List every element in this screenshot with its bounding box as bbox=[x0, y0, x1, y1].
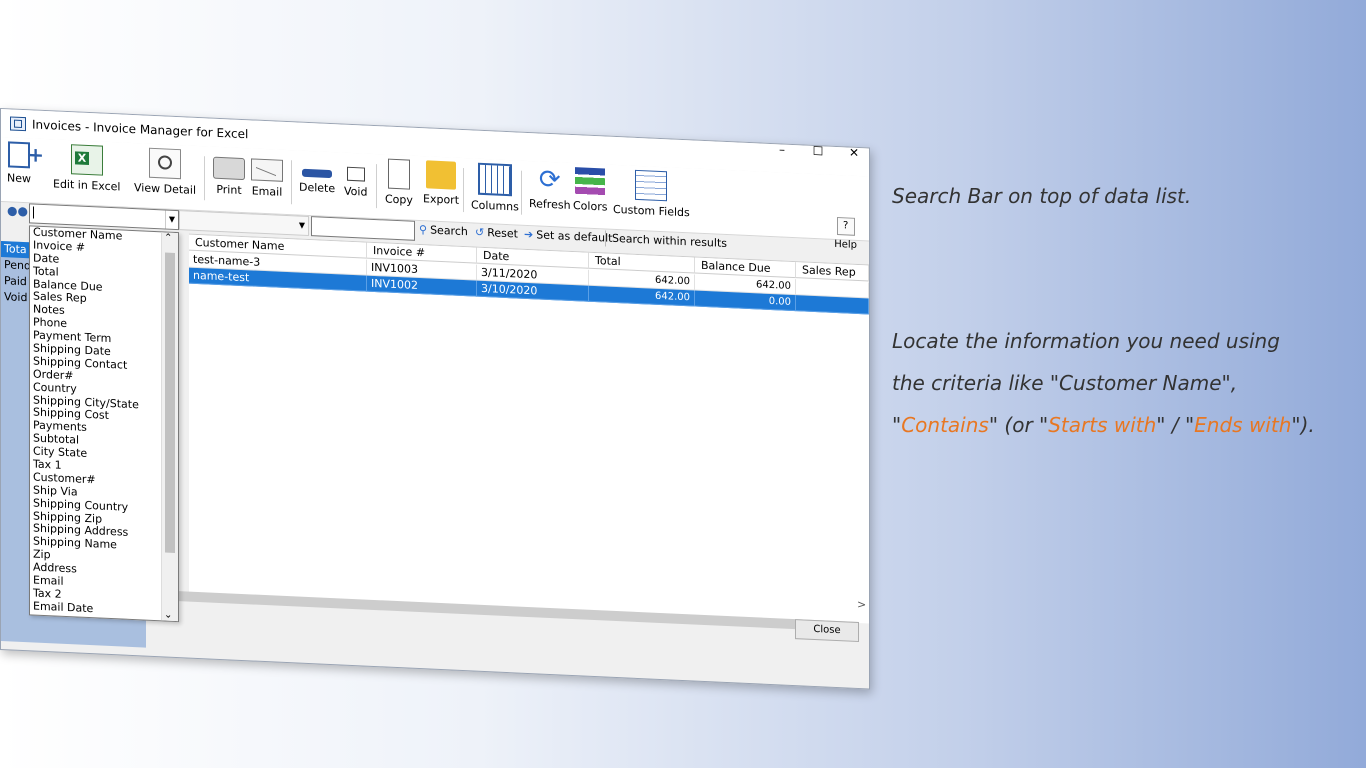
annotation-line: "Contains" (or "Starts with" / "Ends wit… bbox=[892, 404, 1315, 446]
toolbar-separator bbox=[463, 168, 464, 213]
annotation-highlight-starts-with: Starts with bbox=[1048, 413, 1157, 437]
columns-button[interactable]: Columns bbox=[471, 162, 519, 214]
cell-sales-rep bbox=[796, 295, 869, 315]
minimize-button[interactable]: – bbox=[775, 142, 789, 157]
text-caret bbox=[33, 206, 34, 219]
search-icon: ⚲ bbox=[419, 223, 428, 237]
void-icon bbox=[346, 166, 365, 182]
annotation-text: " bbox=[892, 413, 902, 437]
copy-icon bbox=[387, 158, 410, 190]
custom-fields-button[interactable]: Custom Fields bbox=[613, 169, 690, 219]
arrow-right-icon: ➔ bbox=[524, 227, 534, 242]
refresh-label: Refresh bbox=[529, 197, 571, 212]
reset-button[interactable]: ↺ Reset bbox=[475, 226, 518, 241]
chevron-down-icon[interactable]: ⌄ bbox=[164, 609, 172, 620]
chevron-up-icon[interactable]: ⌃ bbox=[164, 232, 172, 243]
reset-icon: ↺ bbox=[475, 225, 485, 239]
dropdown-scrollbar[interactable]: ⌃ ⌄ bbox=[161, 232, 178, 622]
chevron-down-icon[interactable]: ▼ bbox=[165, 210, 178, 230]
new-button[interactable]: New bbox=[7, 141, 31, 185]
delete-label: Delete bbox=[299, 180, 336, 196]
close-window-button[interactable]: ✕ bbox=[847, 145, 861, 160]
maximize-button[interactable]: ☐ bbox=[811, 144, 825, 159]
magnifier-document-icon bbox=[149, 147, 181, 180]
search-button[interactable]: ⚲ Search bbox=[419, 223, 468, 238]
refresh-icon: ⟳ bbox=[538, 164, 561, 196]
new-document-icon bbox=[8, 141, 30, 169]
field-dropdown-list: Customer Name Invoice # Date Total Balance D… bbox=[29, 225, 179, 623]
reset-label: Reset bbox=[487, 226, 518, 241]
annotation-line: the criteria like "Customer Name", bbox=[892, 371, 1238, 395]
set-as-default-button[interactable]: ➔ Set as default bbox=[524, 228, 612, 245]
export-label: Export bbox=[423, 192, 460, 207]
annotation-highlight-ends-with: Ends with bbox=[1194, 413, 1292, 437]
annotation-line: Locate the information you need using bbox=[892, 329, 1280, 353]
columns-label: Columns bbox=[471, 198, 519, 214]
search-label: Search bbox=[430, 223, 468, 239]
annotation-highlight-contains: Contains bbox=[901, 413, 989, 437]
column-header-sales-rep[interactable]: Sales Rep bbox=[796, 262, 869, 282]
folder-export-icon bbox=[426, 160, 456, 190]
edit-in-excel-label: Edit in Excel bbox=[53, 177, 121, 194]
new-label: New bbox=[7, 171, 31, 186]
set-as-default-label: Set as default bbox=[536, 228, 613, 245]
chevron-down-icon[interactable]: ▼ bbox=[296, 216, 308, 235]
copy-button[interactable]: Copy bbox=[385, 158, 413, 207]
annotation-body: Locate the information you need using th… bbox=[892, 320, 1315, 446]
search-within-results-button[interactable]: Search within results bbox=[612, 232, 727, 250]
close-button[interactable]: Close bbox=[795, 619, 859, 643]
annotation-title: Search Bar on top of data list. bbox=[892, 184, 1192, 208]
void-button[interactable]: Void bbox=[344, 157, 367, 199]
void-label: Void bbox=[344, 184, 368, 199]
window-title: Invoices - Invoice Manager for Excel bbox=[32, 117, 249, 142]
help-icon: ? bbox=[836, 216, 855, 236]
search-within-results-label: Search within results bbox=[612, 231, 728, 251]
print-button[interactable]: Print bbox=[213, 151, 245, 197]
cell-balance-due: 0.00 bbox=[695, 290, 796, 312]
dropdown-items: Customer Name Invoice # Date Total Balance D… bbox=[30, 225, 178, 619]
view-detail-label: View Detail bbox=[134, 181, 197, 197]
email-button[interactable]: Email bbox=[251, 152, 283, 199]
toolbar-separator bbox=[376, 164, 377, 209]
search-input[interactable] bbox=[311, 216, 415, 241]
refresh-button[interactable]: ⟳ Refresh bbox=[529, 164, 571, 212]
envelope-icon bbox=[251, 158, 283, 182]
custom-fields-label: Custom Fields bbox=[613, 202, 690, 220]
dropdown-scroll-thumb[interactable] bbox=[165, 252, 175, 553]
annotation-text: " / " bbox=[1156, 413, 1195, 437]
invoice-grid: Customer Name Invoice # Date Total Balan… bbox=[189, 233, 869, 624]
toolbar-separator bbox=[204, 156, 205, 201]
custom-fields-icon bbox=[635, 169, 668, 202]
annotation-text: " (or " bbox=[988, 413, 1049, 437]
copy-label: Copy bbox=[385, 192, 413, 207]
binoculars-icon: ●● bbox=[7, 203, 28, 219]
excel-icon bbox=[70, 144, 103, 176]
email-label: Email bbox=[251, 184, 283, 199]
toolbar-separator bbox=[521, 170, 522, 215]
export-button[interactable]: Export bbox=[423, 160, 459, 207]
search-operator-select[interactable]: ▼ bbox=[179, 210, 309, 237]
print-label: Print bbox=[216, 182, 242, 197]
app-icon bbox=[10, 116, 26, 132]
scroll-right-icon[interactable]: > bbox=[857, 598, 866, 611]
color-stripes-icon bbox=[575, 167, 606, 197]
colors-label: Colors bbox=[573, 199, 608, 214]
minus-icon bbox=[302, 168, 333, 179]
cell-total: 642.00 bbox=[589, 285, 695, 307]
toolbar-separator bbox=[291, 160, 292, 205]
edit-in-excel-button[interactable]: Edit in Excel bbox=[53, 143, 120, 193]
search-separator bbox=[605, 230, 606, 247]
app-window: Invoices - Invoice Manager for Excel New… bbox=[0, 108, 870, 690]
columns-icon bbox=[477, 162, 512, 197]
view-detail-button[interactable]: View Detail bbox=[134, 147, 196, 197]
printer-icon bbox=[213, 156, 245, 181]
colors-button[interactable]: Colors bbox=[573, 167, 607, 214]
delete-button[interactable]: Delete bbox=[299, 155, 336, 196]
annotation-text: "). bbox=[1291, 413, 1315, 437]
